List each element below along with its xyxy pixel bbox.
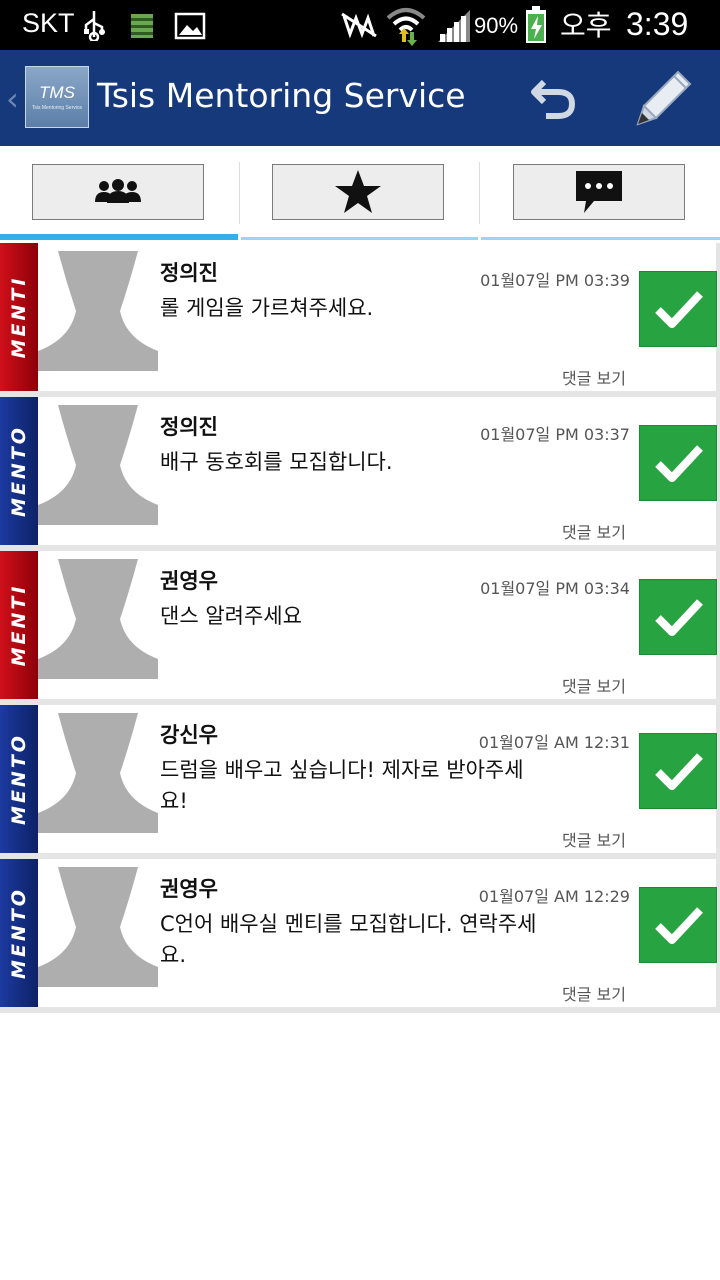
post-date: 01월07일 AM 12:29	[478, 887, 630, 906]
check-icon	[655, 291, 703, 328]
author-name: 정의진	[160, 261, 218, 285]
tab-members[interactable]	[32, 164, 204, 220]
check-icon	[655, 907, 703, 944]
status-bar: SKT 90% 오후 3:39	[0, 0, 720, 50]
post-message: C언어 배우실 멘티를 모집합니다. 연락주세요.	[160, 912, 537, 967]
signal-icon	[436, 8, 472, 48]
carrier-label: SKT	[22, 8, 75, 38]
edit-button[interactable]	[634, 68, 692, 126]
up-chevron-icon[interactable]: ‹	[6, 80, 19, 118]
view-comments-link[interactable]: 댓글 보기	[562, 519, 626, 543]
post-date: 01월07일 PM 03:39	[480, 271, 630, 290]
app-title: Tsis Mentoring Service	[97, 76, 466, 115]
role-ribbon: MENTI	[0, 243, 38, 391]
logo-text: TMS	[39, 83, 75, 102]
logo-subtext: Tsis Mentoring Service	[31, 105, 83, 111]
view-comments-link[interactable]: 댓글 보기	[562, 827, 626, 851]
post-date: 01월07일 PM 03:34	[480, 579, 630, 598]
tab-bar	[0, 146, 720, 242]
accept-button[interactable]	[639, 887, 717, 963]
post-message: 댄스 알려주세요	[160, 604, 302, 628]
role-ribbon: MENTI	[0, 551, 38, 699]
tab-divider	[479, 162, 480, 224]
post-list: MENTI 정의진 01월07일 PM 03:39 롤 게임을 가르쳐주세요. …	[0, 243, 720, 1013]
check-icon	[655, 753, 703, 790]
list-item[interactable]: MENTO 강신우 01월07일 AM 12:31 드럼을 배우고 싶습니다! …	[0, 705, 720, 859]
time-label: 3:39	[626, 6, 689, 42]
list-item[interactable]: MENTO 정의진 01월07일 PM 03:37 배구 동호회를 모집합니다.…	[0, 397, 720, 551]
check-icon	[655, 599, 703, 636]
post-date: 01월07일 AM 12:31	[478, 733, 630, 752]
post-message: 배구 동호회를 모집합니다.	[160, 450, 393, 474]
people-icon	[95, 179, 141, 203]
check-icon	[655, 445, 703, 482]
battery-icon	[524, 6, 548, 48]
tab-divider	[239, 162, 240, 224]
avatar	[38, 559, 158, 679]
author-name: 권영우	[160, 877, 218, 901]
role-ribbon: MENTO	[0, 705, 38, 853]
tab-indicator-members	[0, 234, 238, 240]
pencil-icon	[636, 70, 692, 126]
app-logo[interactable]: TMS Tsis Mentoring Service	[25, 66, 89, 128]
battery-percent: 90%	[474, 13, 519, 38]
avatar	[38, 867, 158, 987]
ampm-label: 오후	[560, 10, 612, 41]
accept-button[interactable]	[639, 579, 717, 655]
list-item[interactable]: MENTI 정의진 01월07일 PM 03:39 롤 게임을 가르쳐주세요. …	[0, 243, 720, 397]
post-message: 롤 게임을 가르쳐주세요.	[160, 296, 374, 320]
tab-messages[interactable]	[513, 164, 685, 220]
tab-favorites[interactable]	[272, 164, 444, 220]
tab-indicator-favorites	[241, 237, 478, 240]
avatar	[38, 251, 158, 371]
wifi-icon	[386, 6, 426, 50]
view-comments-link[interactable]: 댓글 보기	[562, 673, 626, 697]
author-name: 정의진	[160, 415, 218, 439]
list-item[interactable]: MENTI 권영우 01월07일 PM 03:34 댄스 알려주세요 댓글 보기	[0, 551, 720, 705]
undo-icon	[531, 79, 576, 119]
sdcard-icon	[130, 13, 154, 43]
usb-icon	[82, 9, 106, 45]
post-date: 01월07일 PM 03:37	[480, 425, 630, 444]
avatar	[38, 713, 158, 833]
role-ribbon: MENTO	[0, 397, 38, 545]
star-icon	[335, 170, 381, 213]
author-name: 권영우	[160, 569, 218, 593]
author-name: 강신우	[160, 723, 218, 747]
post-message: 드럼을 배우고 싶습니다! 제자로 받아주세요!	[160, 758, 524, 813]
avatar	[38, 405, 158, 525]
chat-icon	[576, 171, 622, 213]
image-icon	[174, 12, 206, 44]
mute-icon	[338, 10, 380, 44]
undo-button[interactable]	[524, 68, 582, 126]
tab-indicator-messages	[481, 237, 720, 240]
app-bar: ‹ TMS Tsis Mentoring Service Tsis Mentor…	[0, 50, 720, 146]
view-comments-link[interactable]: 댓글 보기	[562, 981, 626, 1005]
accept-button[interactable]	[639, 733, 717, 809]
list-item[interactable]: MENTO 권영우 01월07일 AM 12:29 C언어 배우실 멘티를 모집…	[0, 859, 720, 1013]
view-comments-link[interactable]: 댓글 보기	[562, 365, 626, 389]
accept-button[interactable]	[639, 425, 717, 501]
role-ribbon: MENTO	[0, 859, 38, 1007]
accept-button[interactable]	[639, 271, 717, 347]
